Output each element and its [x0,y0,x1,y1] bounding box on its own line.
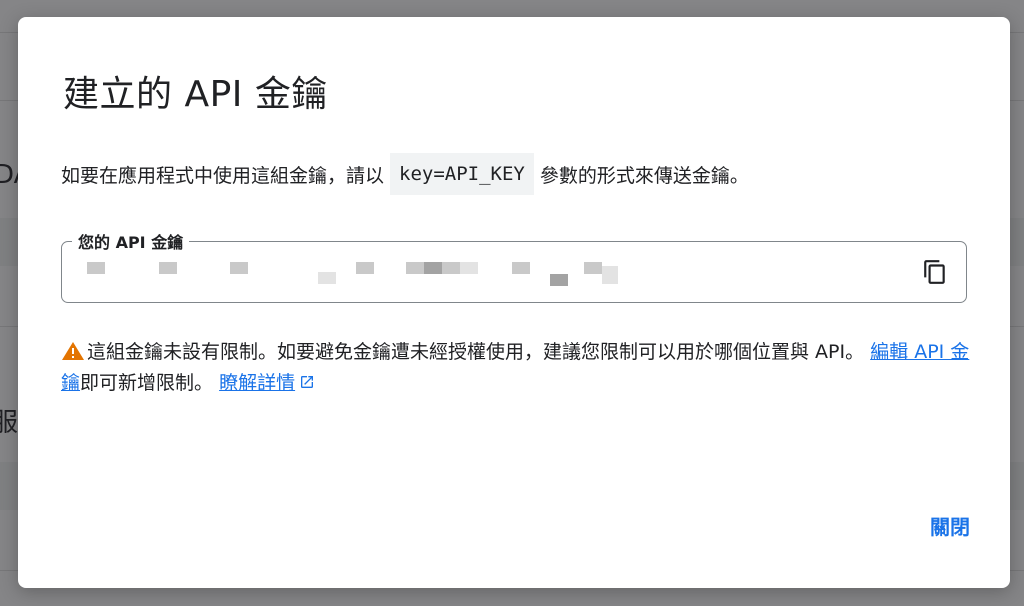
instruction-text-after: 參數的形式來傳送金鑰。 [539,164,749,187]
redaction-pixel [159,262,177,274]
api-key-field[interactable]: 您的 API 金鑰 [61,229,967,303]
warning-triangle-icon [61,340,85,360]
api-key-param-code: key=API_KEY [390,153,534,195]
redaction-pixel [230,262,248,274]
close-button[interactable]: 關閉 [930,511,970,540]
edit-link-suffix: 即可新增限制。 [80,372,214,394]
redaction-pixel [318,272,336,284]
redaction-pixel [550,274,568,286]
redaction-pixel [424,262,442,274]
instruction-text-before: 如要在應用程式中使用這組金鑰，請以 [61,164,385,187]
usage-instruction: 如要在應用程式中使用這組金鑰，請以 key=API_KEY 參數的形式來傳送金鑰… [61,153,749,195]
redaction-pixel [584,262,602,274]
redaction-pixel [442,262,460,274]
redaction-pixel [602,266,618,284]
redaction-pixel [356,262,374,274]
redaction-pixel [406,262,424,274]
copy-icon[interactable] [922,259,948,285]
redaction-pixel [512,262,530,274]
dialog-title: 建立的 API 金鑰 [63,74,328,115]
warning-text: 這組金鑰未設有限制。如要避免金鑰遭未經授權使用，建議您限制可以用於哪個位置與 A… [87,341,865,363]
api-key-created-dialog: 建立的 API 金鑰 如要在應用程式中使用這組金鑰，請以 key=API_KEY… [18,17,1010,588]
external-link-icon[interactable] [299,369,315,388]
unrestricted-key-warning: 這組金鑰未設有限制。如要避免金鑰遭未經授權使用，建議您限制可以用於哪個位置與 A… [61,337,981,399]
learn-more-link[interactable]: 瞭解詳情 [219,372,295,394]
redaction-pixel [87,262,105,274]
api-key-field-label: 您的 API 金鑰 [72,229,190,253]
redaction-pixel [460,262,478,274]
api-key-value-redacted[interactable] [84,256,624,290]
